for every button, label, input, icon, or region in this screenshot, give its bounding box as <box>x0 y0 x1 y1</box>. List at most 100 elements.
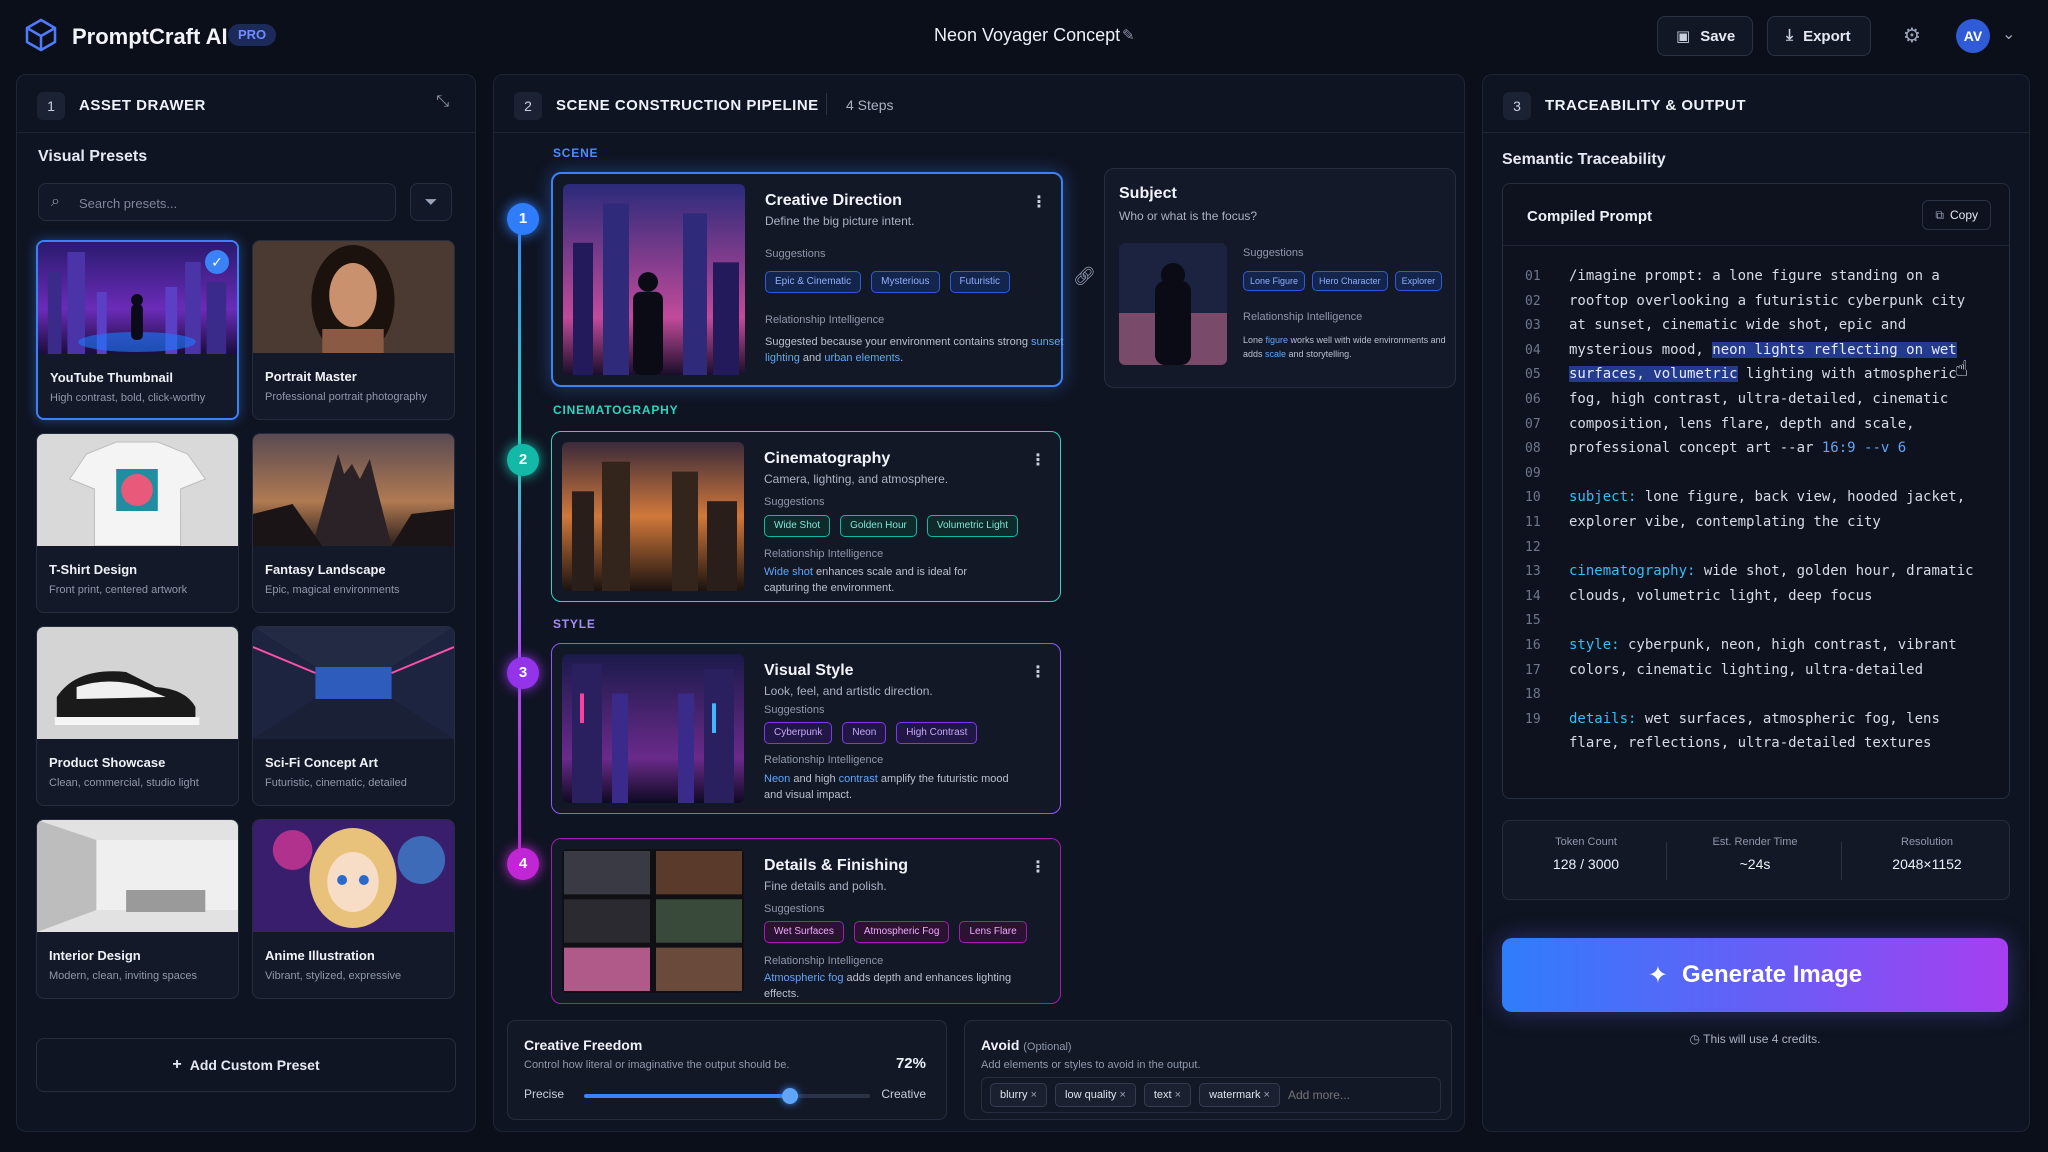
preset-youtube-thumbnail[interactable]: ✓ YouTube Thumbnail High contrast, bold,… <box>36 240 239 420</box>
step-card-visual-style[interactable]: Visual Style Look, feel, and artistic di… <box>551 643 1061 814</box>
relationship-label: Relationship Intelligence <box>765 314 885 326</box>
subject-card[interactable]: Subject Who or what is the focus? Sugges… <box>1104 168 1456 388</box>
freedom-value: 72% <box>895 1055 926 1072</box>
avoid-tags-input[interactable]: blurry × low quality × text × watermark … <box>981 1077 1441 1113</box>
chip[interactable]: Wet Surfaces <box>764 921 844 943</box>
pencil-icon[interactable]: ✎ <box>1122 26 1138 44</box>
relationship-text: Neon and high contrast amplify the futur… <box>764 773 1009 801</box>
subject-thumbnail <box>1119 243 1227 365</box>
step-card-creative-direction[interactable]: Creative Direction Define the big pictur… <box>551 172 1063 387</box>
preset-name: YouTube Thumbnail <box>50 370 174 385</box>
preset-tshirt-design[interactable]: T-Shirt Design Front print, centered art… <box>36 433 239 613</box>
save-button[interactable]: ▣ Save <box>1657 16 1753 56</box>
chip[interactable]: Neon <box>842 722 887 744</box>
chip[interactable]: Volumetric Light <box>926 515 1018 537</box>
chip[interactable]: Mysterious <box>871 271 940 293</box>
chip[interactable]: Explorer <box>1394 271 1443 291</box>
chip[interactable]: Lens Flare <box>959 921 1027 943</box>
add-more-input[interactable] <box>1287 1088 1388 1102</box>
generate-image-button[interactable]: ✦ Generate Image <box>1502 938 2008 1012</box>
search-input[interactable] <box>79 192 379 214</box>
more-options-icon[interactable]: ⋮ <box>1030 857 1046 877</box>
avoid-box: Avoid (Optional) Add elements or styles … <box>964 1020 1452 1120</box>
line-number: 02 <box>1525 293 1541 309</box>
chip[interactable]: Epic & Cinematic <box>765 271 862 293</box>
more-options-icon[interactable]: ⋮ <box>1030 450 1046 470</box>
chip[interactable]: Atmospheric Fog <box>853 921 950 943</box>
preset-interior-design[interactable]: Interior Design Modern, clean, inviting … <box>36 819 239 999</box>
project-title[interactable]: Neon Voyager Concept <box>934 25 1120 46</box>
chip[interactable]: Futuristic <box>949 271 1011 293</box>
preset-thumbnail <box>253 820 454 932</box>
more-options-icon[interactable]: ⋮ <box>1030 662 1046 682</box>
step-subtitle: Camera, lighting, and atmosphere. <box>764 472 949 486</box>
preset-name: Interior Design <box>49 948 141 963</box>
avatar[interactable]: AV <box>1956 19 1990 53</box>
step-card-cinematography[interactable]: Cinematography Camera, lighting, and atm… <box>551 431 1061 602</box>
panel-title: TRACEABILITY & OUTPUT <box>1545 97 1747 114</box>
preset-portrait-master[interactable]: Portrait Master Professional portrait ph… <box>252 240 455 420</box>
freedom-slider[interactable] <box>584 1088 870 1104</box>
search-presets[interactable]: ⌕ <box>38 183 396 221</box>
preset-anime-illustration[interactable]: Anime Illustration Vibrant, stylized, ex… <box>252 819 455 999</box>
chip[interactable]: Golden Hour <box>840 515 917 537</box>
highlighted-text: neon lights reflecting on wet <box>1712 341 1957 358</box>
filter-icon[interactable]: ⏷ <box>410 183 452 221</box>
step-thumbnail <box>563 184 745 375</box>
copy-button[interactable]: ⧉ Copy <box>1922 200 1991 230</box>
add-custom-preset-button[interactable]: + Add Custom Preset <box>36 1038 456 1092</box>
collapse-icon[interactable]: ⤡ <box>436 93 449 111</box>
preset-product-showcase[interactable]: Product Showcase Clean, commercial, stud… <box>36 626 239 806</box>
top-bar: PromptCraft AI PRO Neon Voyager Concept … <box>0 0 2048 72</box>
line-number: 18 <box>1525 687 1541 703</box>
preset-desc: Front print, centered artwork <box>49 584 188 596</box>
code-line: 09 <box>1525 465 1569 481</box>
avoid-tag[interactable]: watermark × <box>1199 1083 1280 1107</box>
step-thumbnail <box>562 654 744 803</box>
code-line: 03 at sunset, cinematic wide shot, epic a… <box>1525 317 1907 334</box>
creative-freedom-box: Creative Freedom Control how literal or … <box>507 1020 947 1120</box>
step-subtitle: Fine details and polish. <box>764 879 887 893</box>
stat-render-time: Est. Render Time ~24s <box>1712 836 1798 872</box>
compiled-prompt-box: Compiled Prompt ⧉ Copy 01/imagine prompt:… <box>1502 183 2010 799</box>
chip[interactable]: High Contrast <box>896 722 978 744</box>
chip[interactable]: Cyberpunk <box>764 722 833 744</box>
suggestions-label: Suggestions <box>764 704 825 716</box>
export-button[interactable]: ⤓ Export <box>1767 16 1871 56</box>
preset-fantasy-landscape[interactable]: Fantasy Landscape Epic, magical environm… <box>252 433 455 613</box>
slider-max-label: Creative <box>881 1087 926 1101</box>
preset-desc: Futuristic, cinematic, detailed <box>265 777 407 789</box>
code-line: 17 colors, cinematic lighting, ultra-deta… <box>1525 661 1924 678</box>
semantic-traceability-title: Semantic Traceability <box>1502 151 1666 168</box>
code-line: 04 mysterious mood, neon lights reflectin… <box>1525 341 1957 358</box>
chip[interactable]: Lone Figure <box>1243 271 1306 291</box>
code-line: 06 fog, high contrast, ultra-detailed, ci… <box>1525 391 1949 407</box>
preset-desc: Clean, commercial, studio light <box>49 777 199 789</box>
chip[interactable]: Hero Character <box>1312 271 1388 291</box>
preset-desc: Professional portrait photography <box>265 391 428 403</box>
close-icon: × <box>1174 1089 1182 1101</box>
pro-badge: PRO <box>228 24 277 46</box>
avoid-tag[interactable]: blurry × <box>990 1083 1048 1107</box>
chevron-down-icon[interactable]: ⌄ <box>2002 24 2015 44</box>
line-number: 06 <box>1525 392 1541 407</box>
relationship-label: Relationship Intelligence <box>764 955 884 967</box>
avoid-tag[interactable]: text × <box>1143 1083 1192 1107</box>
gear-icon[interactable]: ⚙ <box>1899 23 1925 49</box>
code-line: 12 <box>1525 539 1569 555</box>
slider-fill <box>584 1094 790 1098</box>
chip[interactable]: Wide Shot <box>764 515 831 537</box>
step-card-details-finishing[interactable]: Details & Finishing Fine details and pol… <box>551 838 1061 1004</box>
stat-resolution: Resolution 2048×1152 <box>1892 836 1962 872</box>
line-number: 01 <box>1525 269 1541 284</box>
suggestion-chips: Cyberpunk Neon High Contrast <box>764 722 978 744</box>
preset-scifi-concept-art[interactable]: Sci-Fi Concept Art Futuristic, cinematic… <box>252 626 455 806</box>
code-line: 16 style: cyberpunk, neon, high contrast,… <box>1525 637 1957 653</box>
compiled-prompt-title: Compiled Prompt <box>1527 208 1653 225</box>
panel-number: 2 <box>514 92 542 120</box>
preset-thumbnail <box>37 434 238 546</box>
panel-header: 1 ASSET DRAWER ⤡ <box>17 75 475 133</box>
avoid-tag[interactable]: low quality × <box>1055 1083 1136 1107</box>
more-options-icon[interactable]: ⋮ <box>1031 192 1047 212</box>
slider-handle[interactable] <box>781 1088 798 1104</box>
